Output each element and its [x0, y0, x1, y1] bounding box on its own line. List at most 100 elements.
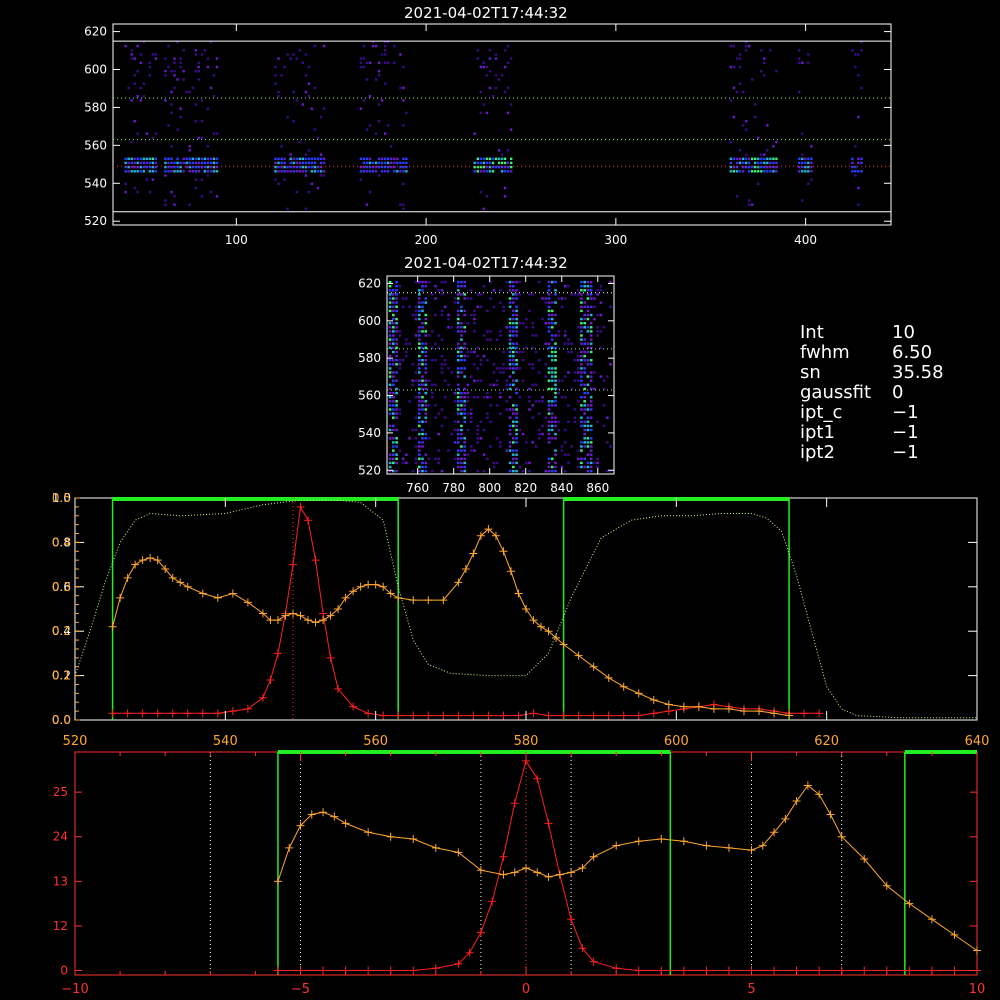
red_profile-marker [469, 711, 478, 720]
heatmap-cell [206, 107, 210, 110]
info-value: −1 [892, 422, 919, 443]
heatmap-cell [188, 161, 191, 165]
heatmap-cell [515, 313, 518, 317]
heatmap-cell [583, 396, 586, 399]
heatmap-cell [418, 383, 421, 386]
heatmap-cell [380, 170, 384, 173]
heatmap-cell [280, 145, 283, 148]
heatmap-cell [508, 396, 512, 399]
heatmap-cell [583, 404, 586, 407]
info-key: gaussfit [800, 382, 872, 403]
heatmap-cell [583, 317, 586, 321]
heatmap-cell [580, 416, 583, 419]
heatmap-cell [424, 461, 428, 465]
heatmap-cell [482, 170, 485, 173]
heatmap-cell [586, 420, 590, 423]
heatmap-cell [399, 161, 402, 165]
heatmap-cell [732, 115, 736, 119]
heatmap-cell [148, 65, 152, 69]
red_profile-marker [364, 966, 373, 975]
x-tick-label: 520 [63, 734, 88, 749]
heatmap-cell [589, 305, 593, 308]
heatmap-cell [589, 469, 593, 473]
heatmap-cell [534, 445, 538, 448]
heatmap-cell [427, 280, 431, 284]
heatmap-cell [274, 165, 277, 169]
heatmap-cell [596, 326, 599, 329]
heatmap-cell [515, 309, 518, 313]
heatmap-cell [447, 449, 450, 452]
heatmap-cell [544, 342, 548, 345]
heatmap-cell [860, 157, 863, 160]
heatmap-cell [424, 334, 428, 337]
heatmap-cell [148, 190, 152, 194]
heatmap-cell [421, 379, 424, 382]
heatmap-cell [469, 297, 473, 300]
heatmap-cell [583, 338, 586, 341]
heatmap-cell [392, 383, 395, 386]
heatmap-cell [395, 305, 398, 308]
heatmap-cell [440, 280, 444, 284]
heatmap-cell [857, 161, 860, 165]
heatmap-cell [424, 437, 428, 440]
x-tick-label: 300 [604, 233, 627, 247]
heatmap-cell [359, 107, 363, 110]
heatmap-cell [411, 379, 415, 382]
heatmap-cell [194, 49, 197, 52]
heatmap-cell [127, 161, 130, 165]
heatmap-cell [384, 132, 387, 135]
heatmap-cell [200, 53, 204, 56]
heatmap-cell [492, 305, 496, 308]
red_profile-marker [243, 704, 252, 713]
heatmap-cell [456, 359, 460, 362]
top-spectrogram-panel: 520540560580600620100 200 300 400 [84, 23, 892, 247]
heatmap-cell [766, 165, 769, 169]
heatmap-cell [550, 404, 554, 407]
heatmap-cell [466, 396, 470, 399]
heatmap-cell [738, 157, 742, 160]
heatmap-cell [583, 326, 586, 329]
heatmap-cell [589, 449, 593, 452]
heatmap-cell [550, 322, 554, 325]
heatmap-cell [589, 400, 593, 403]
heatmap-cell [304, 161, 308, 165]
heatmap-cell [437, 412, 440, 415]
heatmap-cell [512, 383, 515, 386]
heatmap-cell [547, 465, 551, 469]
heatmap-cell [418, 301, 421, 304]
heatmap-cell [398, 330, 402, 333]
heatmap-cell [729, 140, 733, 144]
heatmap-cell [531, 367, 535, 370]
heatmap-cell [411, 383, 415, 386]
heatmap-cell [583, 280, 586, 284]
heatmap-cell [751, 203, 754, 206]
heatmap-cell [508, 317, 512, 321]
heatmap-cell [377, 161, 381, 165]
red_profile-marker [544, 711, 553, 720]
heatmap-cell [418, 416, 421, 419]
heatmap-cell [744, 161, 748, 165]
heatmap-cell [580, 379, 583, 382]
heatmap-cell [182, 161, 185, 165]
heatmap-cell [583, 371, 586, 374]
heatmap-cell [580, 396, 583, 399]
red_profile-marker [529, 709, 538, 718]
red_profile-marker [424, 711, 433, 720]
heatmap-cell [505, 400, 509, 403]
heatmap-cell [479, 437, 483, 440]
heatmap-cell [515, 350, 518, 354]
heatmap-cell [151, 53, 155, 56]
heatmap-cell [133, 170, 136, 173]
heatmap-cell [729, 165, 733, 169]
heatmap-cell [215, 65, 219, 69]
heatmap-cell [310, 170, 314, 173]
heatmap-cell [212, 157, 216, 160]
heatmap-cell [388, 330, 392, 333]
heatmap-cell [508, 280, 512, 284]
heatmap-cell [384, 157, 387, 160]
heatmap-cell [295, 161, 298, 165]
info-row: Int 10 [800, 323, 944, 343]
heatmap-cell [580, 465, 583, 469]
heatmap-cell [456, 457, 460, 460]
heatmap-cell [495, 383, 499, 386]
